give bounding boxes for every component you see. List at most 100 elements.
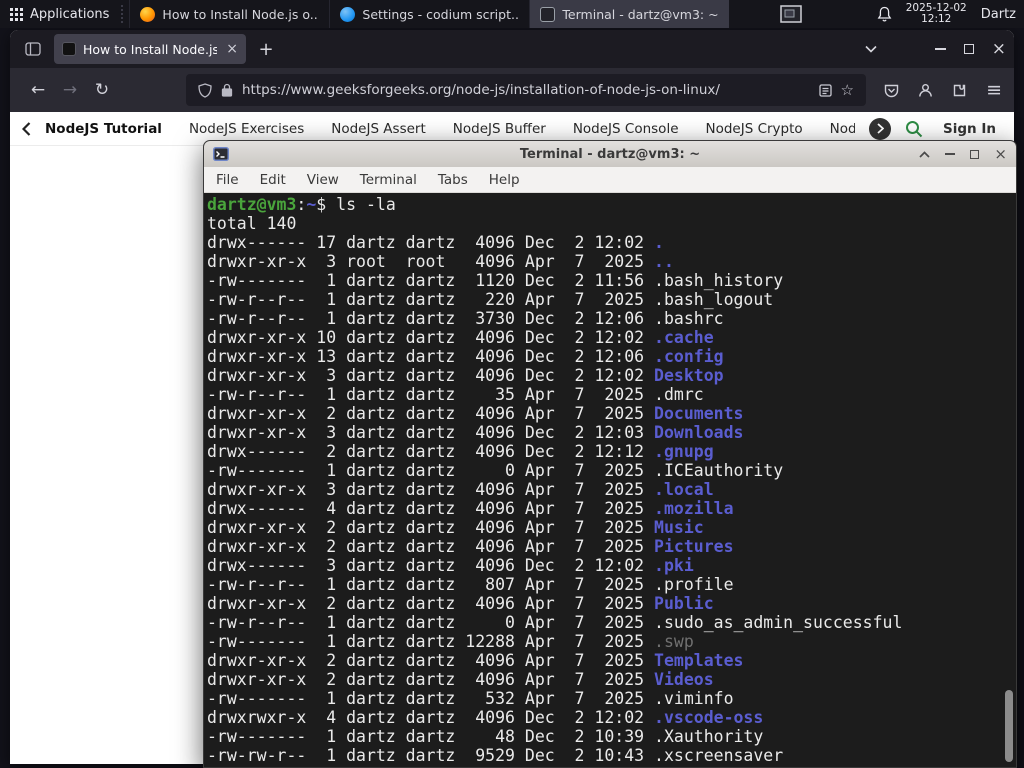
bookmark-star-icon[interactable]: ☆	[841, 81, 854, 99]
terminal-menu-file[interactable]: File	[216, 172, 239, 188]
window-controls: ×	[865, 40, 1006, 58]
nav-link-nodejs-dns[interactable]: NodeJS DNS	[830, 121, 855, 137]
file-name: .viminfo	[654, 689, 734, 708]
terminal-output-line: -rw-r--r-- 1 dartz dartz 220 Apr 7 2025 …	[207, 290, 1016, 309]
file-meta: drwx------ 4 dartz dartz 4096 Apr 7 2025	[207, 499, 655, 518]
back-button[interactable]: ←	[22, 74, 54, 106]
taskbar-window-title: Terminal - dartz@vm3: ~	[562, 6, 719, 22]
user-menu[interactable]: Dartz	[981, 7, 1016, 22]
clock-time: 12:12	[921, 13, 952, 25]
file-name: Downloads	[654, 423, 744, 442]
terminal-output-line: drwx------ 4 dartz dartz 4096 Apr 7 2025…	[207, 499, 1016, 518]
file-meta: drwxr-xr-x 3 dartz dartz 4096 Apr 7 2025	[207, 480, 655, 499]
terminal-output-line: -rw------- 1 dartz dartz 1120 Dec 2 11:5…	[207, 271, 1016, 290]
terminal-output-line: -rw-r--r-- 1 dartz dartz 0 Apr 7 2025 .s…	[207, 613, 1016, 632]
browser-tab[interactable]: How to Install Node.js on ×	[54, 34, 246, 64]
new-tab-button[interactable]: +	[252, 35, 280, 63]
tracking-protection-shield-icon[interactable]	[198, 82, 212, 98]
terminal-output-line: -rw------- 1 dartz dartz 12288 Apr 7 202…	[207, 632, 1016, 651]
terminal-shade-button[interactable]	[919, 150, 931, 158]
file-name: Pictures	[654, 537, 734, 556]
terminal-menu-terminal[interactable]: Terminal	[360, 172, 417, 188]
terminal-output-line: drwxr-xr-x 3 root root 4096 Apr 7 2025 .…	[207, 252, 1016, 271]
nav-link-nodejs-exercises[interactable]: NodeJS Exercises	[189, 121, 304, 137]
nav-scroll-right-button[interactable]	[869, 117, 892, 140]
sign-in-button[interactable]: Sign In	[937, 121, 1002, 137]
tab-title: How to Install Node.js on	[83, 41, 218, 57]
terminal-scrollbar[interactable]	[1005, 690, 1013, 762]
menu-button[interactable]: ≡	[986, 79, 1002, 101]
file-meta: -rw-r--r-- 1 dartz dartz 807 Apr 7 2025	[207, 575, 655, 594]
file-meta: -rw------- 1 dartz dartz 532 Apr 7 2025	[207, 689, 655, 708]
terminal-output-line: -rw-rw-r-- 1 dartz dartz 9529 Dec 2 10:4…	[207, 746, 1016, 765]
file-name: .dmrc	[654, 385, 704, 404]
window-minimize-button[interactable]	[934, 48, 946, 50]
terminal-menu-help[interactable]: Help	[489, 172, 520, 188]
file-meta: -rw------- 1 dartz dartz 12288 Apr 7 202…	[207, 632, 655, 651]
nav-link-nodejs-console[interactable]: NodeJS Console	[573, 121, 679, 137]
file-name: .	[654, 233, 664, 252]
terminal-menu-tabs[interactable]: Tabs	[438, 172, 468, 188]
search-icon[interactable]	[905, 120, 923, 138]
browser-toolbar: ← → ↻ https://www.geeksforgeeks.org/node…	[10, 68, 1014, 112]
terminal-minimize-button[interactable]	[945, 153, 956, 155]
list-tabs-chevron-icon[interactable]	[865, 45, 877, 53]
taskbar-window-button[interactable]: Terminal - dartz@vm3: ~	[529, 0, 730, 28]
window-task-list: How to Install Node.js o... Settings - co…	[129, 0, 730, 28]
terminal-screen[interactable]: dartz@vm3:~$ ls -la total 140 drwx------…	[204, 193, 1016, 767]
codium-icon	[340, 6, 356, 22]
nav-link-nodejs-tutorial[interactable]: NodeJS Tutorial	[45, 121, 162, 137]
file-name: .config	[654, 347, 724, 366]
terminal-output-line: drwxr-xr-x 3 dartz dartz 4096 Dec 2 12:0…	[207, 423, 1016, 442]
file-meta: drwxr-xr-x 2 dartz dartz 4096 Apr 7 2025	[207, 670, 655, 689]
panel-clock[interactable]: 2025-12-02 12:12	[906, 3, 967, 25]
terminal-title: Terminal - dartz@vm3: ~	[519, 146, 701, 162]
tab-bar: How to Install Node.js on × + ×	[10, 30, 1014, 68]
pocket-icon[interactable]	[884, 83, 899, 98]
firefox-view-button[interactable]	[18, 36, 48, 62]
terminal-close-button[interactable]: ×	[994, 146, 1007, 162]
nav-link-nodejs-crypto[interactable]: NodeJS Crypto	[706, 121, 803, 137]
forward-button[interactable]: →	[54, 74, 86, 106]
terminal-output-line: drwxr-xr-x 2 dartz dartz 4096 Apr 7 2025…	[207, 670, 1016, 689]
nav-link-nodejs-buffer[interactable]: NodeJS Buffer	[453, 121, 546, 137]
terminal-menu-view[interactable]: View	[307, 172, 339, 188]
url-bar[interactable]: https://www.geeksforgeeks.org/node-js/in…	[186, 74, 866, 106]
window-close-button[interactable]: ×	[992, 40, 1006, 58]
nav-links: NodeJS Tutorial NodeJS Exercises NodeJS As…	[45, 121, 855, 137]
reload-button[interactable]: ↻	[86, 74, 118, 106]
window-maximize-button[interactable]	[963, 44, 974, 54]
terminal-output-line: drwxr-xr-x 2 dartz dartz 4096 Apr 7 2025…	[207, 651, 1016, 670]
taskbar-window-button[interactable]: How to Install Node.js o...	[129, 0, 329, 28]
file-meta: drwx------ 3 dartz dartz 4096 Dec 2 12:0…	[207, 556, 655, 575]
tab-favicon	[62, 42, 76, 56]
file-meta: drwxr-xr-x 2 dartz dartz 4096 Apr 7 2025	[207, 518, 655, 537]
reader-mode-icon[interactable]	[818, 83, 832, 97]
file-meta: drwxr-xr-x 2 dartz dartz 4096 Apr 7 2025	[207, 594, 655, 613]
terminal-output-line: drwxr-xr-x 10 dartz dartz 4096 Dec 2 12:…	[207, 328, 1016, 347]
applications-grid-icon	[10, 7, 23, 21]
taskbar-window-button[interactable]: Settings - codium script...	[329, 0, 529, 28]
extensions-icon[interactable]	[952, 83, 967, 98]
nav-link-nodejs-assert[interactable]: NodeJS Assert	[331, 121, 426, 137]
notifications-bell-icon[interactable]	[877, 6, 892, 22]
terminal-icon	[540, 6, 556, 22]
file-name: Music	[654, 518, 704, 537]
workspace-switcher[interactable]	[779, 3, 803, 25]
file-name: Videos	[654, 670, 714, 689]
tab-close-button[interactable]: ×	[224, 41, 238, 57]
file-meta: drwxrwxr-x 4 dartz dartz 4096 Dec 2 12:0…	[207, 708, 655, 727]
firefox-icon	[140, 6, 156, 22]
terminal-output-line: -rw-r--r-- 1 dartz dartz 35 Apr 7 2025 .…	[207, 385, 1016, 404]
terminal-maximize-button[interactable]	[970, 149, 980, 159]
terminal-prompt-line: dartz@vm3:~$ ls -la	[207, 195, 1016, 214]
account-icon[interactable]	[918, 83, 933, 98]
nav-scroll-left-chevron-icon[interactable]	[22, 121, 31, 136]
applications-menu-button[interactable]: Applications	[0, 0, 121, 28]
terminal-titlebar[interactable]: Terminal - dartz@vm3: ~ ×	[204, 141, 1016, 167]
terminal-output-line: -rw------- 1 dartz dartz 0 Apr 7 2025 .I…	[207, 461, 1016, 480]
https-lock-icon[interactable]	[221, 83, 233, 97]
terminal-menu-edit[interactable]: Edit	[260, 172, 286, 188]
terminal-command: ls -la	[336, 195, 396, 214]
terminal-output-line: drwxr-xr-x 13 dartz dartz 4096 Dec 2 12:…	[207, 347, 1016, 366]
